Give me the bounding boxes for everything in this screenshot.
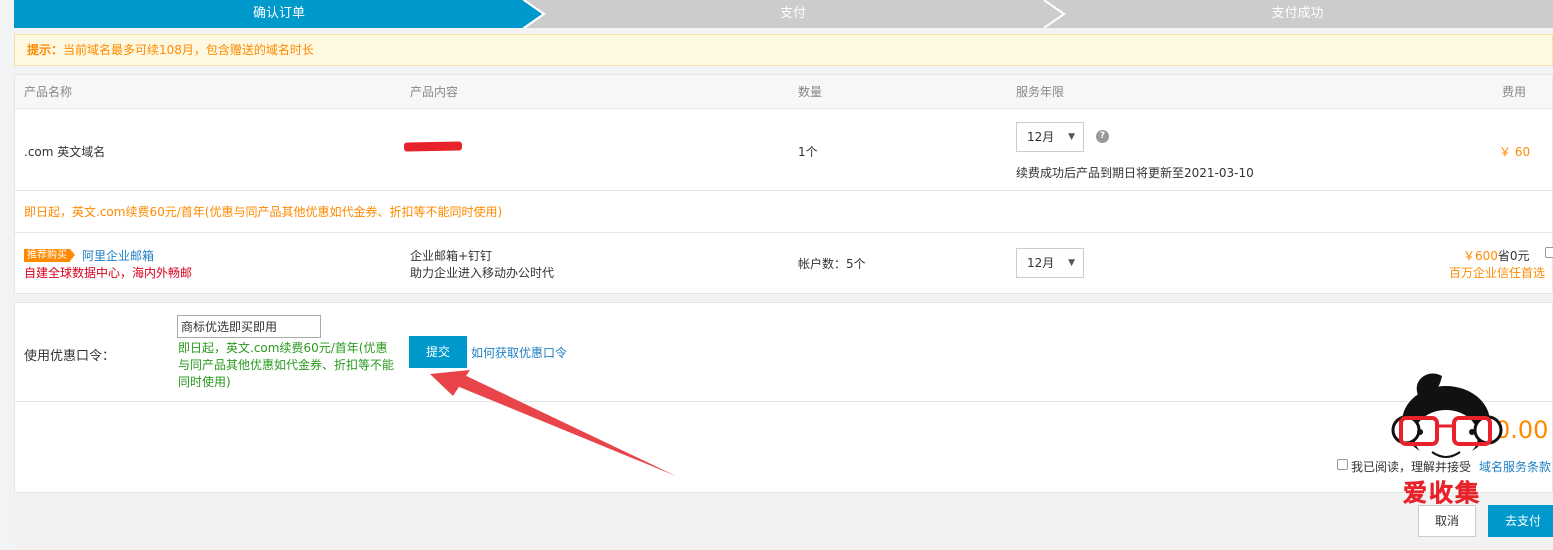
account-count: 帐户数：5个 [798,257,866,271]
how-to-get-coupon-link[interactable]: 如何获取优惠口令 [471,344,567,361]
step-pay: 支付 [522,0,1064,28]
chevron-down-icon: ▼ [1068,132,1075,142]
cancel-button[interactable]: 取消 [1418,505,1476,537]
order-table: 产品名称 产品内容 数量 服务年限 费用 .com 英文域名 1个 12月 ▼ … [14,74,1553,294]
step-separator [1043,0,1066,28]
mail-checkbox[interactable] [1545,247,1553,258]
header-fee: 费用 [1502,85,1527,99]
action-bar: 取消 去支付 [14,492,1553,550]
recommend-badge: 推荐购买 [24,249,75,262]
renewal-tip: 提示：当前域名最多可续108月，包含赠送的域名时长 [14,34,1553,66]
order-steps: 确认订单 支付 支付成功 [14,0,1553,28]
header-quantity: 数量 [798,85,823,99]
order-summary: 0.00 我已阅读，理解并接受 域名服务条款 [14,402,1553,492]
coupon-section: 使用优惠口令： 即日起，英文.com续费60元/首年(优惠 与同产品其他优惠如代… [14,302,1553,402]
period-select[interactable]: 12月 ▼ [1016,122,1084,152]
watermark-logo: 爱收集 [1403,479,1481,508]
product-content-line2: 助力企业进入移动办公时代 [410,266,555,280]
coupon-submit-button[interactable]: 提交 [409,336,467,368]
coupon-input[interactable] [177,315,321,338]
redacted-domain [403,141,463,152]
table-row: 推荐购买 阿里企业邮箱 自建全球数据中心，海内外畅邮 企业邮箱+钉钉 助力企业进… [15,233,1553,295]
total-amount: 0.00 [1495,416,1549,444]
step-pay-success: 支付成功 [1042,0,1553,28]
mail-slogan: 自建全球数据中心，海内外畅邮 [24,266,193,280]
header-product-name: 产品名称 [24,85,73,99]
promo-note: 即日起，英文.com续费60元/首年(优惠与同产品其他优惠如代金券、折扣等不能同… [15,191,1552,233]
period-select[interactable]: 12月 ▼ [1016,248,1084,278]
table-row: .com 英文域名 1个 12月 ▼ ? 续费成功后产品到期日将更新至2021-… [15,109,1552,191]
fee: ￥ 60 [1499,145,1531,159]
header-service-period: 服务年限 [1016,85,1065,99]
mail-note: 百万企业信任首选 [1449,266,1546,280]
chevron-down-icon: ▼ [1068,258,1075,268]
mail-price: ￥600 [1463,249,1498,263]
terms-link[interactable]: 域名服务条款 [1479,458,1551,475]
step-confirm-order: 确认订单 [14,0,544,28]
header-product-content: 产品内容 [410,85,459,99]
coupon-hint: 即日起，英文.com续费60元/首年(优惠 与同产品其他优惠如代金券、折扣等不能… [178,341,395,389]
product-name: .com 英文域名 [24,145,106,159]
coupon-label: 使用优惠口令： [24,349,116,364]
quantity: 1个 [798,145,818,159]
pay-button[interactable]: 去支付 [1488,505,1553,537]
renew-note: 续费成功后产品到期日将更新至2021-03-10 [1016,166,1254,180]
enterprise-mail-link[interactable]: 阿里企业邮箱 [82,247,154,264]
mail-save: 省0元 [1497,249,1530,263]
table-header: 产品名称 产品内容 数量 服务年限 费用 [15,75,1552,109]
agree-checkbox[interactable] [1337,459,1348,470]
step-separator [523,0,546,28]
help-icon[interactable]: ? [1096,130,1109,143]
product-content-line1: 企业邮箱+钉钉 [410,249,493,263]
